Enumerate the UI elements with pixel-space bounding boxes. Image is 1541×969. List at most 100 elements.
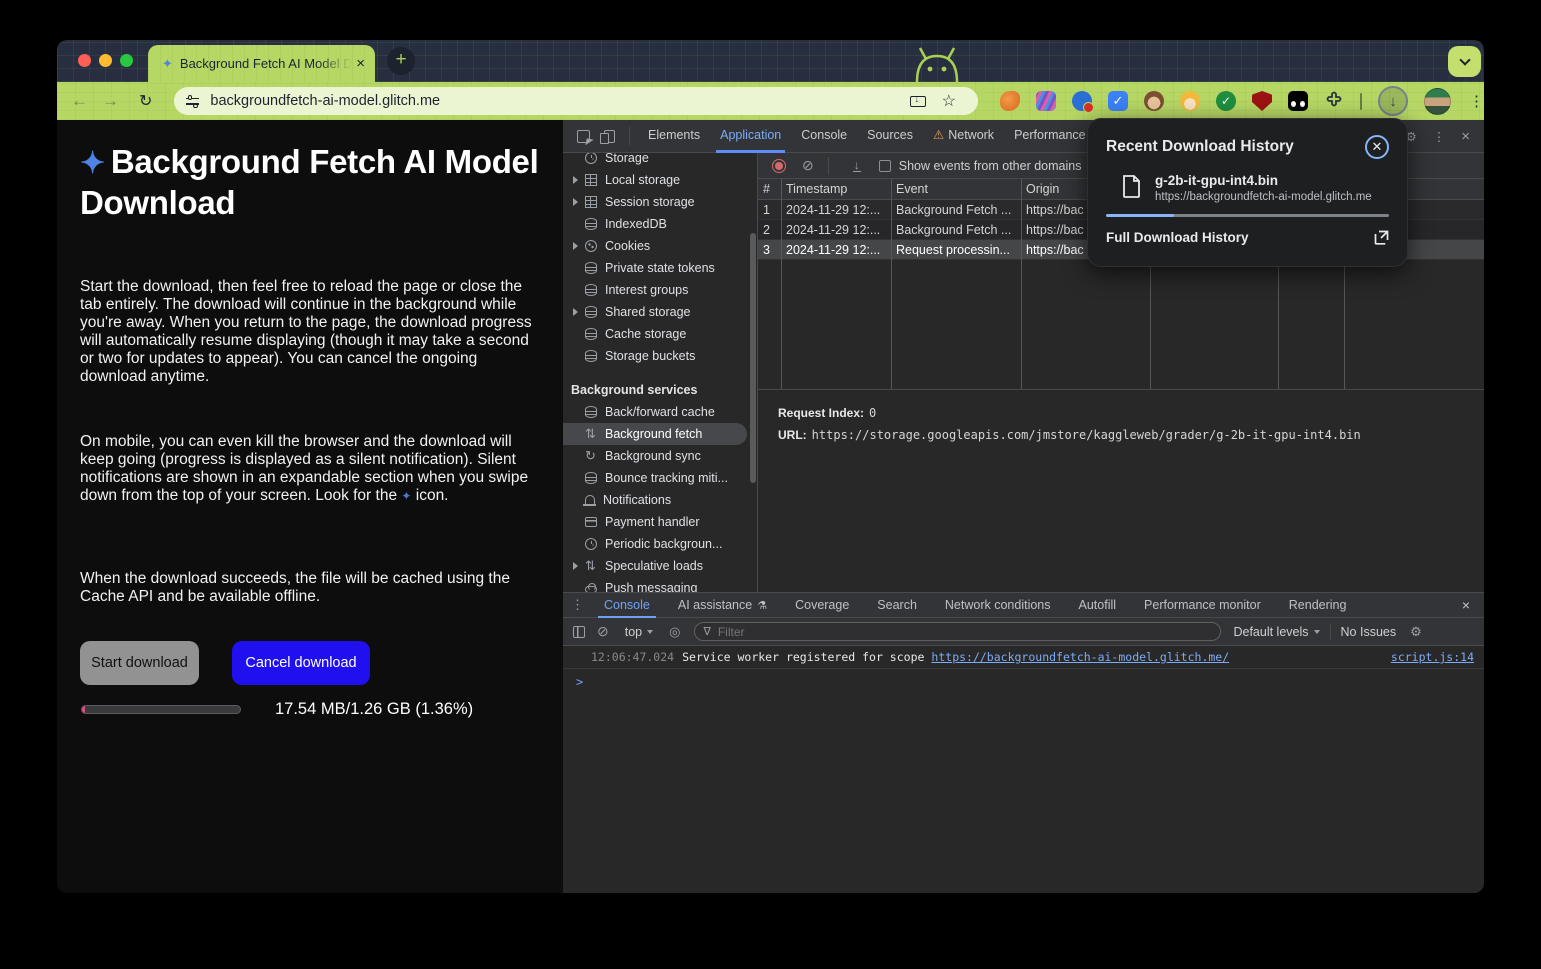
- log-timestamp: 12:06:47.024: [591, 650, 674, 664]
- close-window-button[interactable]: [78, 54, 91, 67]
- record-events-button[interactable]: [772, 159, 786, 173]
- sidebar-item-shared-storage[interactable]: Shared storage: [563, 301, 757, 323]
- sidebar-item-cache-storage[interactable]: Cache storage: [563, 323, 757, 345]
- drawer-menu-icon[interactable]: ⋮: [571, 597, 584, 613]
- divider: [629, 127, 630, 145]
- zoom-window-button[interactable]: [120, 54, 133, 67]
- cancel-download-button[interactable]: Cancel download: [232, 641, 370, 685]
- devtools-menu-icon[interactable]: ⋮: [1433, 129, 1446, 144]
- bookmark-star-icon[interactable]: ☆: [942, 91, 956, 111]
- start-download-button[interactable]: Start download: [80, 641, 199, 685]
- site-settings-icon[interactable]: [186, 96, 199, 107]
- download-item[interactable]: g-2b-it-gpu-int4.bin https://backgroundf…: [1106, 173, 1389, 203]
- extension-check-icon[interactable]: ✓: [1108, 91, 1128, 111]
- extension-password-icon[interactable]: [1072, 91, 1092, 111]
- download-file-origin: https://backgroundfetch-ai-model.glitch.…: [1155, 191, 1372, 203]
- sidebar-item-bounce-tracking[interactable]: Bounce tracking miti...: [563, 467, 757, 489]
- drawer-tab-ai-assistance[interactable]: AI assistance⚗: [664, 593, 781, 618]
- address-bar[interactable]: backgroundfetch-ai-model.glitch.me ☆: [174, 87, 978, 115]
- filter-input[interactable]: [718, 625, 1213, 639]
- extension-worker-icon[interactable]: [1180, 91, 1200, 111]
- tab-performance[interactable]: Performance: [1004, 120, 1096, 153]
- drawer-tab-console[interactable]: Console: [590, 593, 664, 618]
- sidebar-item-push-messaging[interactable]: Push messaging: [563, 577, 757, 592]
- drawer-tab-performance-monitor[interactable]: Performance monitor: [1130, 593, 1275, 618]
- browser-menu-icon[interactable]: ⋮: [1469, 92, 1484, 110]
- disclosure-triangle-icon[interactable]: [573, 562, 578, 570]
- sidebar-item-background-fetch[interactable]: ⇅Background fetch: [563, 423, 747, 445]
- sidebar-item-background-sync[interactable]: ↻Background sync: [563, 445, 757, 467]
- device-toolbar-icon[interactable]: [604, 130, 615, 143]
- full-download-history-link[interactable]: Full Download History: [1106, 230, 1249, 245]
- minimize-window-button[interactable]: [99, 54, 112, 67]
- console-sidebar-toggle-icon[interactable]: [573, 626, 585, 638]
- drawer-tab-network-conditions[interactable]: Network conditions: [931, 593, 1065, 618]
- disclosure-triangle-icon[interactable]: [573, 308, 578, 316]
- log-scope-link[interactable]: https://backgroundfetch-ai-model.glitch.…: [931, 650, 1229, 664]
- console-filter-box[interactable]: ∇: [694, 622, 1221, 641]
- issues-counter[interactable]: No Issues: [1341, 625, 1397, 639]
- extension-squirrel-icon[interactable]: [1000, 91, 1020, 111]
- tab-elements[interactable]: Elements: [638, 120, 710, 153]
- new-tab-button[interactable]: +: [387, 47, 415, 75]
- live-expression-eye-icon[interactable]: ◎: [669, 624, 680, 640]
- sidebar-item-private-state-tokens[interactable]: Private state tokens: [563, 257, 757, 279]
- send-to-device-icon[interactable]: [910, 96, 926, 107]
- sidebar-item-interest-groups[interactable]: Interest groups: [563, 279, 757, 301]
- extension-dark-reader-icon[interactable]: [1288, 91, 1308, 111]
- sidebar-item-speculative-loads[interactable]: ⇅Speculative loads: [563, 555, 757, 577]
- profile-avatar[interactable]: [1424, 88, 1451, 115]
- drawer-close-icon[interactable]: ×: [1462, 597, 1484, 613]
- devtools-close-icon[interactable]: ×: [1461, 128, 1470, 145]
- sidebar-item-cookies[interactable]: Cookies: [563, 235, 757, 257]
- context-selector[interactable]: top: [625, 625, 653, 639]
- tab-close-icon[interactable]: ×: [356, 55, 365, 72]
- sidebar-item-storage[interactable]: Storage: [563, 153, 757, 169]
- drawer-tab-rendering[interactable]: Rendering: [1275, 593, 1361, 618]
- log-source-link[interactable]: script.js:14: [1391, 650, 1474, 664]
- save-events-icon[interactable]: ↓: [853, 160, 861, 172]
- browser-tab[interactable]: ✦ Background Fetch AI Model D ×: [148, 45, 375, 82]
- sidebar-item-indexeddb[interactable]: IndexedDB: [563, 213, 757, 235]
- sidebar-item-notifications[interactable]: Notifications: [563, 489, 757, 511]
- reload-button[interactable]: ↻: [139, 91, 152, 111]
- request-url-value: https://storage.googleapis.com/jmstore/k…: [812, 428, 1361, 442]
- tab-overview-button[interactable]: [1448, 46, 1481, 77]
- url-text[interactable]: backgroundfetch-ai-model.glitch.me: [210, 93, 909, 109]
- clear-events-icon[interactable]: ⊘: [802, 157, 814, 174]
- tab-sources[interactable]: Sources: [857, 120, 923, 153]
- downloads-indicator-icon[interactable]: ↓: [1378, 86, 1408, 116]
- log-levels-selector[interactable]: Default levels: [1233, 625, 1319, 639]
- inspect-element-icon[interactable]: [577, 130, 590, 143]
- sidebar-scrollbar[interactable]: [750, 233, 756, 483]
- extension-monkey-icon[interactable]: [1144, 91, 1164, 111]
- show-events-checkbox[interactable]: [879, 160, 891, 172]
- sidebar-item-storage-buckets[interactable]: Storage buckets: [563, 345, 757, 367]
- disclosure-triangle-icon[interactable]: [573, 176, 578, 184]
- disclosure-triangle-icon[interactable]: [573, 198, 578, 206]
- console-settings-gear-icon[interactable]: ⚙: [1410, 624, 1422, 640]
- external-link-icon[interactable]: [1374, 230, 1389, 245]
- popup-close-icon[interactable]: ✕: [1365, 135, 1389, 159]
- forward-button[interactable]: →: [102, 91, 119, 111]
- extension-stripes-icon[interactable]: [1036, 91, 1056, 111]
- clear-console-icon[interactable]: ⊘: [597, 623, 609, 640]
- disclosure-triangle-icon[interactable]: [573, 242, 578, 250]
- drawer-tab-search[interactable]: Search: [863, 593, 931, 618]
- console-prompt-chevron[interactable]: >: [563, 669, 1484, 689]
- tab-application[interactable]: Application: [710, 120, 791, 153]
- show-events-checkbox-label[interactable]: Show events from other domains: [899, 159, 1082, 173]
- sidebar-item-payment-handler[interactable]: Payment handler: [563, 511, 757, 533]
- tab-console[interactable]: Console: [791, 120, 857, 153]
- extension-shield-icon[interactable]: [1252, 91, 1272, 111]
- drawer-tab-coverage[interactable]: Coverage: [781, 593, 863, 618]
- sidebar-item-periodic-background-sync[interactable]: Periodic backgroun...: [563, 533, 757, 555]
- tab-network[interactable]: ⚠Network: [923, 120, 1004, 153]
- extensions-puzzle-icon[interactable]: [1324, 91, 1344, 111]
- drawer-tab-autofill[interactable]: Autofill: [1065, 593, 1131, 618]
- sidebar-item-local-storage[interactable]: Local storage: [563, 169, 757, 191]
- extension-verified-icon[interactable]: ✓: [1216, 91, 1236, 111]
- sidebar-item-session-storage[interactable]: Session storage: [563, 191, 757, 213]
- sidebar-item-back-forward-cache[interactable]: Back/forward cache: [563, 401, 757, 423]
- back-button[interactable]: ←: [71, 91, 88, 111]
